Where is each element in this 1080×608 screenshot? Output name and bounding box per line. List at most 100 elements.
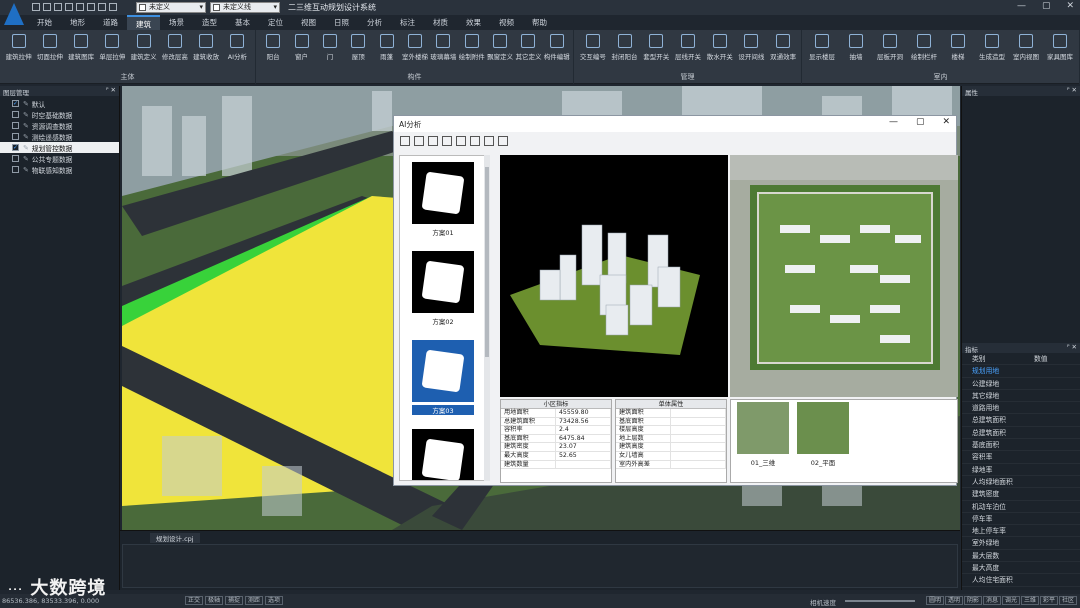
settings-icon[interactable]	[98, 3, 106, 11]
ribbon-button[interactable]: 散水开关	[704, 34, 736, 61]
ribbon-button[interactable]: 建筑图库	[66, 34, 97, 61]
menu-item[interactable]: 标注	[391, 15, 424, 30]
indicator-row[interactable]: 其它绿地	[962, 390, 1080, 403]
ribbon-button[interactable]: 双通效率	[767, 34, 799, 61]
status-toggle[interactable]: 彩平	[1040, 596, 1059, 605]
ribbon-button[interactable]: 阳台	[259, 34, 287, 61]
frame-icon[interactable]	[498, 136, 508, 146]
close-icon[interactable]: ✕	[942, 117, 950, 127]
indicator-row[interactable]: 规划用地	[962, 365, 1080, 378]
menu-item[interactable]: 定位	[259, 15, 292, 30]
ribbon-button[interactable]: 套型开关	[640, 34, 672, 61]
indicator-row[interactable]: 地上停车率	[962, 525, 1080, 538]
view-thumbnail-3d[interactable]	[737, 402, 789, 454]
save-icon[interactable]	[54, 3, 62, 11]
ribbon-button[interactable]: 单层拉伸	[97, 34, 128, 61]
linetype-combo[interactable]: 未定义线 ▾	[210, 2, 280, 13]
scheme-item[interactable]: 方案01	[412, 162, 474, 237]
layer-checkbox[interactable]: ✓	[12, 144, 19, 151]
indicator-row[interactable]: 绿地率	[962, 464, 1080, 476]
undo-icon[interactable]	[76, 3, 84, 11]
status-toggle[interactable]: 调光	[1002, 596, 1021, 605]
status-toggle[interactable]: 捕捉	[225, 596, 244, 605]
indicator-row[interactable]: 总建筑面积	[962, 427, 1080, 440]
ribbon-button[interactable]: 室外楼梯	[401, 34, 429, 61]
menu-item[interactable]: 基本	[226, 15, 259, 30]
layer-item[interactable]: ✓ ✎ 规划管控数据	[0, 142, 119, 153]
open-icon[interactable]	[43, 3, 51, 11]
ribbon-button[interactable]: 飘窗定义	[486, 34, 514, 61]
minimize-icon[interactable]: —	[889, 117, 898, 127]
menu-item[interactable]: 日照	[325, 15, 358, 30]
3d-preview[interactable]	[500, 155, 728, 397]
close-icon[interactable]: ✕	[1066, 1, 1074, 11]
indicator-row[interactable]: 人均绿地面积	[962, 476, 1080, 489]
status-toggle[interactable]: 正交	[185, 596, 204, 605]
menu-item[interactable]: 分析	[358, 15, 391, 30]
ribbon-button[interactable]: 绘制栏杆	[907, 34, 941, 61]
help-icon[interactable]	[109, 3, 117, 11]
indicator-row[interactable]: 最大高度	[962, 562, 1080, 575]
view-thumbnail-plan[interactable]	[797, 402, 849, 454]
ribbon-button[interactable]: 设开间线	[736, 34, 768, 61]
layer-item[interactable]: ✎ 资源调查数据	[0, 120, 119, 131]
plan-preview[interactable]	[730, 155, 958, 397]
menu-item[interactable]: 造型	[193, 15, 226, 30]
ribbon-button[interactable]: 显示楼层	[805, 34, 839, 61]
export-icon[interactable]	[400, 136, 410, 146]
scheme-item[interactable]	[412, 429, 474, 480]
layer-checkbox[interactable]	[12, 155, 19, 162]
copy-icon[interactable]	[470, 136, 480, 146]
ribbon-button[interactable]: 门	[316, 34, 344, 61]
scheme-item[interactable]: 方案02	[412, 251, 474, 326]
status-toggle[interactable]: 圆明	[926, 596, 945, 605]
indicator-row[interactable]: 总建筑面积	[962, 414, 1080, 427]
ribbon-button[interactable]: 生成造型	[975, 34, 1009, 61]
menu-item[interactable]: 效果	[457, 15, 490, 30]
panel-close-icon[interactable]: ᴾ ✕	[106, 86, 116, 94]
ribbon-button[interactable]: 建筑定义	[128, 34, 159, 61]
layer-checkbox[interactable]	[12, 122, 19, 129]
status-toggle[interactable]: 阴影	[964, 596, 983, 605]
status-toggle[interactable]: 选项	[265, 596, 284, 605]
document-tab[interactable]: 规划设计.cpj	[150, 533, 200, 543]
status-toggle[interactable]: 极轴	[205, 596, 224, 605]
command-area[interactable]	[122, 544, 958, 588]
layer-item[interactable]: ✎ 测绘遥感数据	[0, 131, 119, 142]
camera-speed-slider[interactable]	[845, 600, 915, 602]
ribbon-button[interactable]: 家具图库	[1043, 34, 1077, 61]
scheme-item[interactable]: 方案03	[412, 340, 474, 415]
ribbon-button[interactable]: 玻璃幕墙	[429, 34, 457, 61]
ribbon-button[interactable]: 室内视图	[1009, 34, 1043, 61]
ribbon-button[interactable]: 层线开关	[672, 34, 704, 61]
indicator-row[interactable]: 基底面积	[962, 439, 1080, 452]
menu-item[interactable]: 建筑	[127, 15, 160, 30]
menu-item[interactable]: 视频	[490, 15, 523, 30]
scheme-scrollbar[interactable]	[484, 155, 490, 481]
ribbon-button[interactable]: 窗户	[287, 34, 315, 61]
status-toggle[interactable]: 测距	[245, 596, 264, 605]
panel-close-icon[interactable]: ᴾ ✕	[1067, 86, 1077, 94]
layer-checkbox[interactable]	[12, 133, 19, 140]
ribbon-button[interactable]: 楼梯	[941, 34, 975, 61]
layer-checkbox[interactable]	[12, 166, 19, 173]
ribbon-button[interactable]: 切面拉伸	[34, 34, 65, 61]
new-icon[interactable]	[32, 3, 40, 11]
menu-item[interactable]: 地形	[61, 15, 94, 30]
menu-item[interactable]: 帮助	[523, 15, 556, 30]
menu-item[interactable]: 材质	[424, 15, 457, 30]
layer-checkbox[interactable]: ✓	[12, 100, 19, 107]
indicator-row[interactable]: 人均住宅面积	[962, 574, 1080, 587]
ribbon-button[interactable]: 雨蓬	[372, 34, 400, 61]
panel-close-icon[interactable]: ᴾ ✕	[1067, 343, 1077, 351]
indicator-row[interactable]: 建筑密度	[962, 488, 1080, 501]
play-icon[interactable]	[414, 136, 424, 146]
indicator-row[interactable]: 道路用地	[962, 402, 1080, 415]
layer-item[interactable]: ✎ 时空基础数据	[0, 109, 119, 120]
ribbon-button[interactable]: 交互编号	[577, 34, 609, 61]
layer-checkbox[interactable]	[12, 111, 19, 118]
ribbon-button[interactable]: 修改层高	[159, 34, 190, 61]
ribbon-button[interactable]: 其它定义	[514, 34, 542, 61]
print-icon[interactable]	[65, 3, 73, 11]
maximize-icon[interactable]: ▢	[916, 117, 925, 127]
